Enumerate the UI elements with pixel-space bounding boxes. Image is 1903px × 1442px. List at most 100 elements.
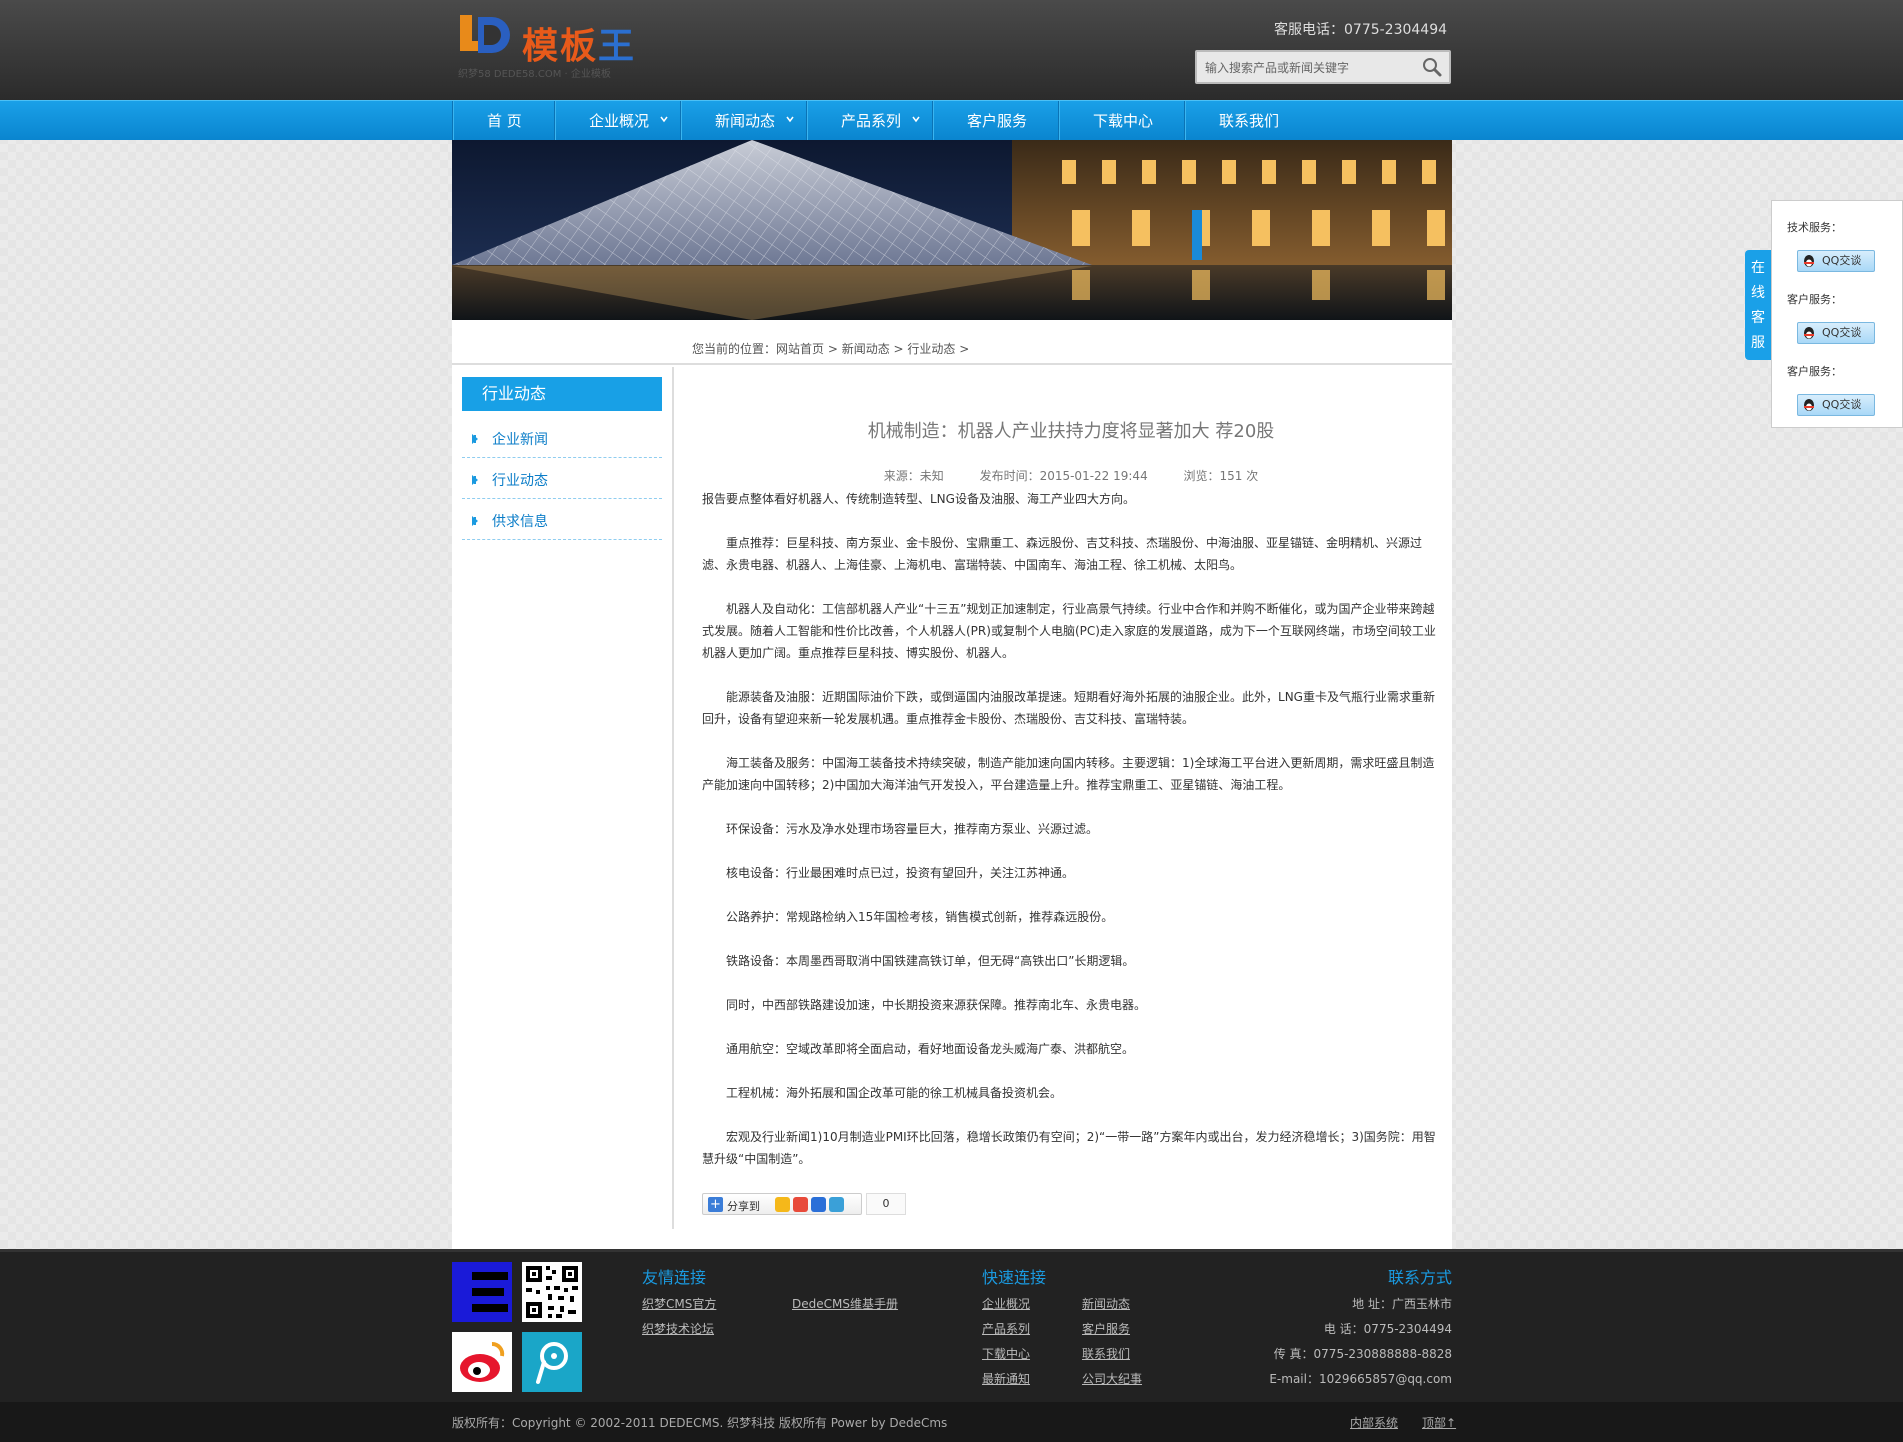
article-paragraph: 铁路设备：本周墨西哥取消中国铁建高铁订单，但无碍“高铁出口”长期逻辑。	[726, 954, 1135, 968]
logo-text-b: 王	[598, 26, 637, 67]
footer-contact-address: 地 址：广西玉林市	[1352, 1297, 1452, 1311]
footer-quick-link[interactable]: 下载中心	[982, 1345, 1030, 1362]
footer-friend-link[interactable]: DedeCMS维基手册	[792, 1295, 898, 1312]
breadcrumb: 您当前的位置：网站首页 > 新闻动态 > 行业动态 >	[452, 320, 1452, 365]
sidebar: 行业动态 企业新闻 行业动态 供求信息	[462, 377, 662, 540]
article-paragraph: 报告要点整体看好机器人、传统制造转型、LNG设备及油服、海工产业四大方向。	[702, 492, 1135, 506]
article-time: 发布时间：2015-01-22 19:44	[979, 469, 1148, 483]
breadcrumb-news-link[interactable]: 新闻动态	[842, 342, 890, 356]
footer-friend-link[interactable]: 织梦技术论坛	[642, 1320, 714, 1337]
article-paragraph: 核电设备：行业最困难时点已过，投资有望回升，关注江苏神通。	[726, 866, 1075, 880]
footer-quick-link[interactable]: 最新通知	[982, 1370, 1030, 1387]
qq-penguin-icon	[1804, 399, 1814, 411]
qzone-icon[interactable]	[775, 1197, 790, 1212]
search-icon[interactable]	[1421, 56, 1443, 78]
search-input[interactable]	[1205, 58, 1415, 78]
article-title: 机械制造：机器人产业扶持力度将显著加大 荐20股	[867, 421, 1275, 442]
arrow-right-icon	[472, 434, 478, 444]
chevron-down-icon	[912, 116, 920, 123]
qq-group-label: 技术服务：	[1787, 221, 1842, 234]
article-paragraph: 工程机械：海外拓展和国企改革可能的徐工机械具备投资机会。	[726, 1086, 1063, 1100]
sidebar-item-industry-news[interactable]: 行业动态	[462, 458, 662, 499]
nav-item-news[interactable]: 新闻动态	[680, 101, 806, 141]
main-nav: 首 页 企业概况 新闻动态 产品系列 客户服务 下载中心 联系我们	[0, 100, 1903, 141]
article-views: 浏览：151 次	[1183, 469, 1259, 483]
arrow-right-icon	[472, 475, 478, 485]
nav-item-service[interactable]: 客户服务	[932, 101, 1058, 141]
online-service-panel: 技术服务： QQ交谈 客户服务： QQ交谈 客户服务： QQ交谈	[1771, 200, 1903, 428]
article-paragraph: 能源装备及油服：近期国际油价下跌，或倒逼国内油服改革提速。短期看好海外拓展的油服…	[702, 690, 1435, 726]
sidebar-item-supply-info[interactable]: 供求信息	[462, 499, 662, 540]
chevron-down-icon	[786, 116, 794, 123]
article-paragraph: 宏观及行业新闻1)10月制造业PMI环比回落，稳增长政策仍有空间；2)“一带一路…	[702, 1130, 1436, 1166]
share-bar: + 分享到 0	[702, 1193, 912, 1215]
footer-quick-title: 快速连接	[982, 1268, 1047, 1287]
tencent-weibo-icon[interactable]	[829, 1197, 844, 1212]
article-meta: 来源：未知 发布时间：2015-01-22 19:44 浏览：151 次	[702, 467, 1440, 484]
qq-penguin-icon	[1804, 327, 1814, 339]
weibo-icon[interactable]	[452, 1332, 512, 1392]
footer-quick-link[interactable]: 客户服务	[1082, 1320, 1130, 1337]
qq-chat-button[interactable]: QQ交谈	[1797, 322, 1875, 344]
plus-icon: +	[708, 1197, 723, 1212]
search-box	[1195, 50, 1451, 84]
article-paragraph: 环保设备：污水及净水处理市场容量巨大，推荐南方泵业、兴源过滤。	[726, 822, 1099, 836]
article-body: 报告要点整体看好机器人、传统制造转型、LNG设备及油服、海工产业四大方向。 重点…	[702, 488, 1440, 1192]
weibo-icon[interactable]	[793, 1197, 808, 1212]
logo-text: 模板王	[522, 17, 636, 69]
main-content: 您当前的位置：网站首页 > 新闻动态 > 行业动态 > 行业动态 企业新闻 行业…	[452, 320, 1452, 1249]
nav-item-company[interactable]: 企业概况	[554, 101, 680, 141]
column-divider	[672, 367, 674, 1229]
nav-item-products[interactable]: 产品系列	[806, 101, 932, 141]
chevron-down-icon	[660, 116, 668, 123]
tencent-weibo-icon[interactable]	[522, 1332, 582, 1392]
nav-item-home[interactable]: 首 页	[452, 101, 554, 141]
footer-contact-fax: 传 真：0775-230888888-8828	[1273, 1347, 1452, 1361]
breadcrumb-prefix: 您当前的位置：	[692, 342, 777, 356]
footer-quick-link[interactable]: 新闻动态	[1082, 1295, 1130, 1312]
share-button[interactable]: + 分享到	[702, 1193, 862, 1215]
qq-chat-button[interactable]: QQ交谈	[1797, 394, 1875, 416]
footer-quick-link[interactable]: 公司大纪事	[1082, 1370, 1142, 1387]
site-logo[interactable]: 模板王 织梦58 DEDE58.COM · 企业模板	[458, 13, 648, 80]
footer-friend-link[interactable]: 织梦CMS官方	[642, 1295, 716, 1312]
article-paragraph: 机器人及自动化：工信部机器人产业“十三五”规划正加速制定，行业高景气持续。行业中…	[702, 602, 1436, 660]
footer-quick-link[interactable]: 企业概况	[982, 1295, 1030, 1312]
logo-subtext: 织梦58 DEDE58.COM · 企业模板	[458, 69, 611, 80]
qq-group-label: 客户服务：	[1787, 293, 1842, 306]
back-to-top-link[interactable]: 顶部↑	[1422, 1414, 1456, 1431]
dedecms-logo-icon[interactable]	[452, 1262, 512, 1322]
internal-system-link[interactable]: 内部系统	[1350, 1414, 1398, 1431]
nav-item-download[interactable]: 下载中心	[1058, 101, 1184, 141]
sidebar-title: 行业动态	[462, 377, 662, 411]
article-paragraph: 通用航空：空域改革即将全面启动，看好地面设备龙头威海广泰、洪都航空。	[726, 1042, 1135, 1056]
footer-contact-title: 联系方式	[1387, 1268, 1452, 1287]
breadcrumb-current-link[interactable]: 行业动态	[907, 342, 955, 356]
copyright-bar: 版权所有：Copyright © 2002-2011 DEDECMS. 织梦科技…	[0, 1402, 1903, 1442]
baidu-icon[interactable]	[811, 1197, 826, 1212]
nav-item-contact[interactable]: 联系我们	[1184, 101, 1310, 141]
site-header: 模板王 织梦58 DEDE58.COM · 企业模板 客服电话：0775-230…	[0, 0, 1903, 100]
share-label: 分享到	[727, 1200, 760, 1213]
qq-chat-button[interactable]: QQ交谈	[1797, 250, 1875, 272]
service-phone: 客服电话：0775-2304494	[1274, 22, 1448, 38]
footer-contact-phone: 电 话：0775-2304494	[1323, 1322, 1452, 1336]
article-paragraph: 同时，中西部铁路建设加速，中长期投资来源获保障。推荐南北车、永贵电器。	[726, 998, 1147, 1012]
sidebar-item-company-news[interactable]: 企业新闻	[462, 417, 662, 458]
footer-quick-link[interactable]: 产品系列	[982, 1320, 1030, 1337]
copyright-text: 版权所有：Copyright © 2002-2011 DEDECMS. 织梦科技…	[452, 1416, 948, 1430]
article-paragraph: 海工装备及服务：中国海工装备技术持续突破，制造产能加速向国内转移。主要逻辑：1)…	[702, 756, 1435, 792]
arrow-right-icon	[472, 516, 478, 526]
breadcrumb-home-link[interactable]: 网站首页	[776, 342, 824, 356]
article-paragraph: 公路养护：常规路检纳入15年国检考核，销售模式创新，推荐森远股份。	[726, 910, 1114, 924]
article-paragraph: 重点推荐：巨星科技、南方泵业、金卡股份、宝鼎重工、森远股份、吉艾科技、杰瑞股份、…	[702, 536, 1423, 572]
footer-contact-email: E-mail：1029665857@qq.com	[1269, 1372, 1452, 1386]
online-service-tab[interactable]: 在 线 客 服	[1745, 250, 1771, 360]
qr-code-icon	[522, 1262, 582, 1322]
louvre-pyramid-image	[452, 140, 1452, 320]
banner-image	[452, 140, 1452, 320]
qq-penguin-icon	[1804, 255, 1814, 267]
footer-quick-link[interactable]: 联系我们	[1082, 1345, 1130, 1362]
site-footer: 友情连接 织梦CMS官方 DedeCMS维基手册 织梦技术论坛 快速连接 企业概…	[0, 1249, 1903, 1402]
share-count: 0	[866, 1193, 906, 1215]
